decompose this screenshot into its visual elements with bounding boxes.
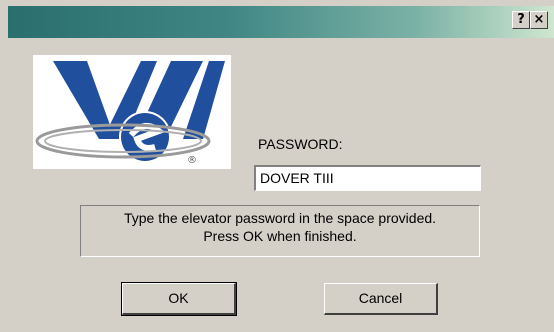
registered-mark: ® <box>187 155 197 166</box>
instructions-box: Type the elevator password in the space … <box>80 205 480 257</box>
title-bar[interactable]: ? × <box>8 6 554 38</box>
cancel-button[interactable]: Cancel <box>324 283 438 315</box>
password-label: PASSWORD: <box>258 136 343 152</box>
password-input[interactable]: DOVER TIII <box>254 165 481 191</box>
company-logo: ® <box>33 55 231 169</box>
password-dialog: ? × ® PASSWORD: DOVER TIII Type the elev… <box>0 0 554 332</box>
logo-graphic: ® <box>35 61 225 166</box>
help-button[interactable]: ? <box>512 11 530 29</box>
ok-button[interactable]: OK <box>121 282 237 316</box>
instructions-line-1: Type the elevator password in the space … <box>123 210 437 226</box>
close-button[interactable]: × <box>530 11 548 29</box>
instructions-line-2: Press OK when finished. <box>203 228 357 244</box>
